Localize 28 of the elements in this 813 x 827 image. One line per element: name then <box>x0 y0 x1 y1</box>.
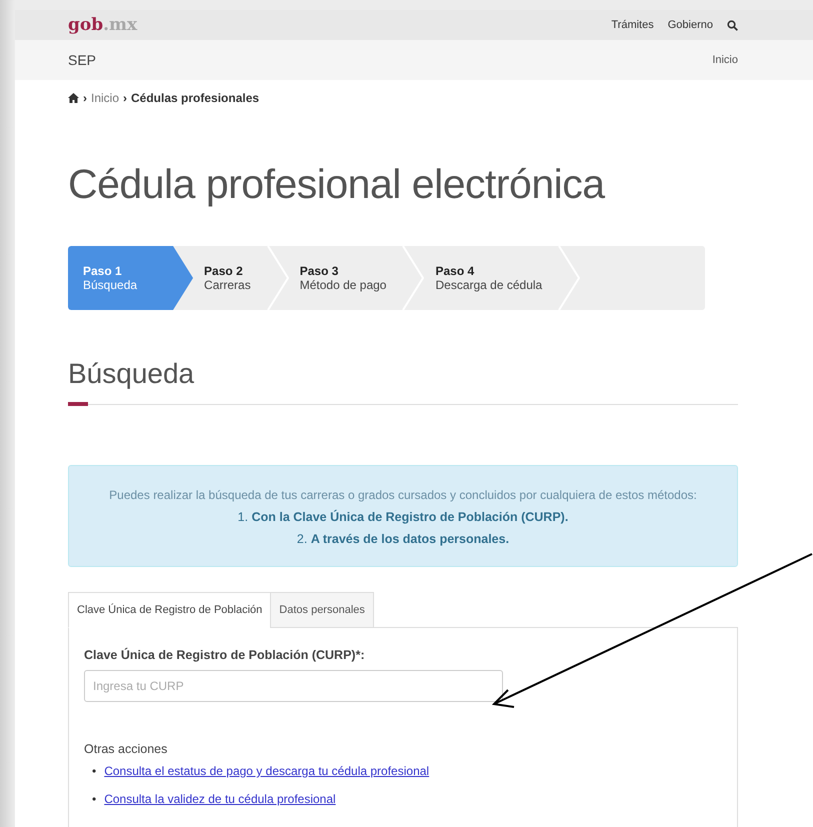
field-label: Clave Única de Registro de Población (CURP)*: <box>84 648 366 662</box>
step-item[interactable]: Paso 3 Método de pago <box>288 246 424 310</box>
chevron-icon: › <box>83 91 87 105</box>
chevron-icon: › <box>123 91 128 105</box>
gob-mx-logo[interactable]: gob.mx <box>68 15 138 35</box>
page-title: Cédula profesional electrónica <box>68 161 606 208</box>
tab[interactable]: Datos personales <box>270 592 374 628</box>
method-item: 2. A través de los datos personales. <box>296 532 510 546</box>
home-link[interactable]: Inicio <box>712 54 738 66</box>
action-link[interactable]: Consulta la validez de tu cédula profesional <box>104 792 336 806</box>
step-item[interactable]: Paso 4 Descarga de cédula <box>424 246 580 310</box>
bullet: • <box>92 764 96 778</box>
other-actions-heading: Otras acciones <box>84 742 168 756</box>
info-text: Puedes realizar la búsqueda de tus carreras o grados cursados y concluidos por cualquiera de estos métodos: <box>108 488 698 502</box>
home-icon[interactable] <box>68 93 79 103</box>
method-item: 1. Con la Clave Única de Registro de Población (CURP). <box>236 510 570 524</box>
site-title: SEP <box>68 52 96 68</box>
curp-input-field[interactable]: Ingresa tu CURP <box>84 670 503 702</box>
breadcrumb-link[interactable]: Inicio <box>91 91 120 105</box>
breadcrumb-current: Cédulas profesionales <box>131 91 260 105</box>
step-item[interactable]: Paso 2 Carreras <box>193 246 289 310</box>
nav-link[interactable]: Gobierno <box>668 19 713 31</box>
tab[interactable]: Clave Única de Registro de Población <box>68 592 272 628</box>
bullet: • <box>92 792 96 806</box>
action-link[interactable]: Consulta el estatus de pago y descarga tu cédula profesional <box>104 764 430 778</box>
search-icon[interactable] <box>727 20 738 30</box>
nav-link[interactable]: Trámites <box>611 19 654 31</box>
section-title: Búsqueda <box>68 358 196 390</box>
